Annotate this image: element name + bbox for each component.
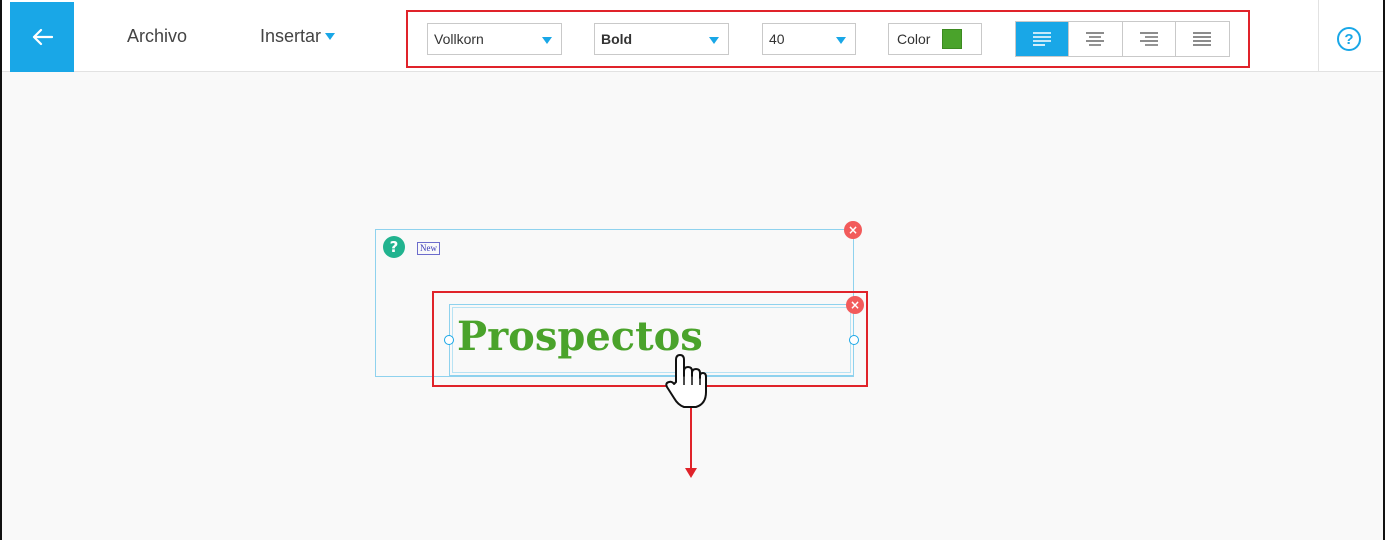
align-left-icon — [1033, 32, 1052, 46]
help-circle-icon[interactable]: ? — [1337, 27, 1361, 51]
arrow-left-icon — [32, 28, 53, 46]
font-family-value: Vollkorn — [434, 31, 484, 47]
font-weight-value: Bold — [601, 31, 633, 47]
align-center-icon — [1086, 32, 1105, 46]
back-button[interactable] — [10, 2, 74, 72]
menu-insertar[interactable]: Insertar — [260, 26, 336, 47]
toolbar-divider — [1318, 0, 1319, 72]
new-badge: New — [417, 242, 440, 255]
justify-icon — [1193, 32, 1212, 46]
chevron-down-icon — [709, 37, 719, 44]
resize-handle-left[interactable] — [444, 335, 454, 345]
justify-button[interactable] — [1176, 22, 1229, 56]
chevron-down-icon — [836, 37, 846, 44]
chevron-down-icon — [325, 33, 336, 40]
question-icon[interactable]: ? — [383, 236, 405, 258]
menu-insertar-label: Insertar — [260, 26, 322, 46]
align-left-button[interactable] — [1016, 22, 1070, 56]
color-picker-button[interactable]: Color — [888, 23, 982, 55]
chevron-down-icon — [542, 37, 552, 44]
color-swatch — [942, 29, 963, 49]
align-center-button[interactable] — [1069, 22, 1123, 56]
close-icon[interactable]: × — [846, 296, 864, 314]
font-size-value: 40 — [769, 31, 785, 47]
menu-archivo[interactable]: Archivo — [127, 26, 187, 47]
color-label: Color — [897, 31, 931, 47]
align-right-icon — [1139, 32, 1158, 46]
arrow-down-annotation-icon — [685, 408, 697, 478]
hand-pointer-icon — [665, 354, 707, 408]
font-family-select[interactable]: Vollkorn — [427, 23, 562, 55]
close-icon[interactable]: × — [844, 221, 862, 239]
alignment-group — [1015, 21, 1230, 57]
resize-handle-right[interactable] — [849, 335, 859, 345]
font-size-select[interactable]: 40 — [762, 23, 856, 55]
align-right-button[interactable] — [1123, 22, 1176, 56]
font-weight-select[interactable]: Bold — [594, 23, 729, 55]
